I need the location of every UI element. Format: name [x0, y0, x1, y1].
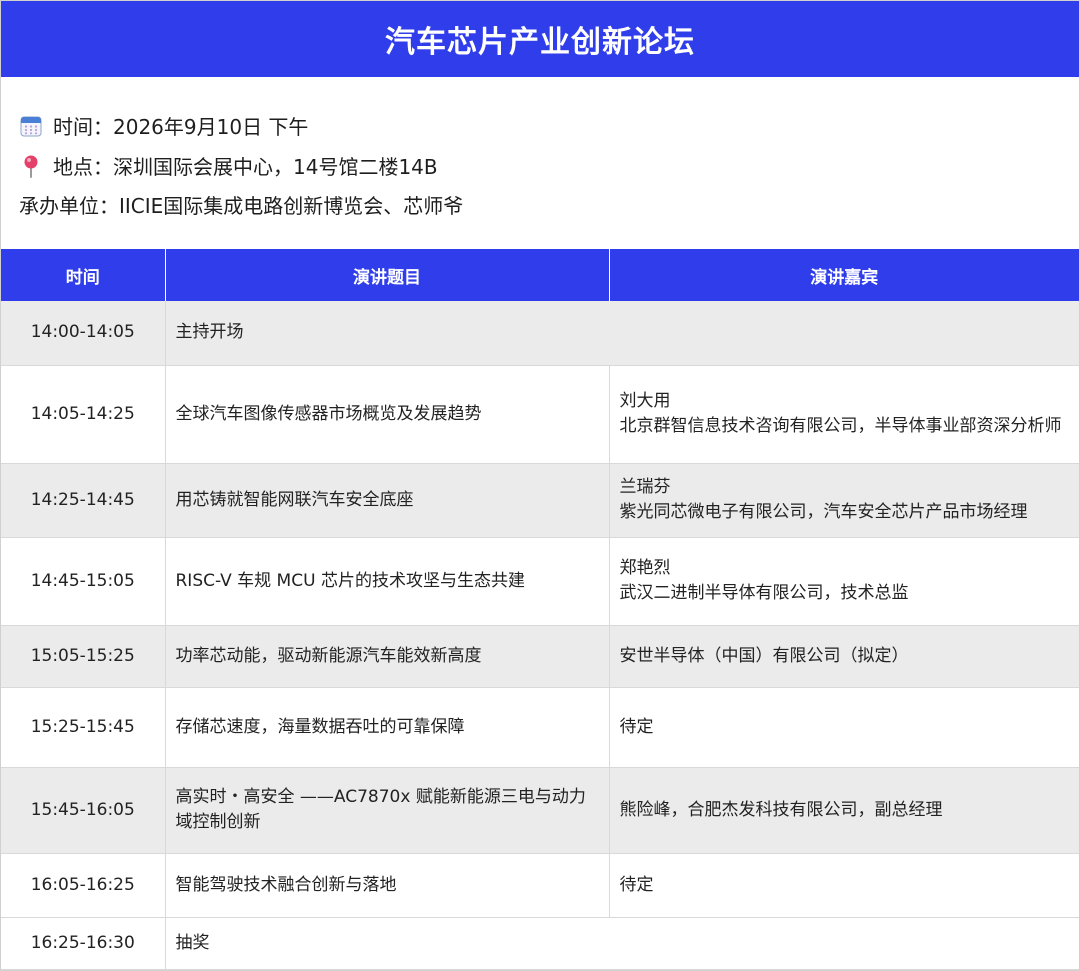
table-row: 14:05-14:25 全球汽车图像传感器市场概览及发展趋势 刘大用 北京群智信…	[1, 365, 1079, 464]
table-row: 14:25-14:45 用芯铸就智能网联汽车安全底座 兰瑞芬 紫光同芯微电子有限…	[1, 463, 1079, 538]
table-row: 15:45-16:05 高实时・高安全 ——AC7870x 赋能新能源三电与动力…	[1, 767, 1079, 854]
event-place-text: 地点：深圳国际会展中心，14号馆二楼14B	[53, 155, 438, 179]
page-title: 汽车芯片产业创新论坛	[385, 25, 695, 60]
row-time: 16:25-16:30	[1, 917, 166, 970]
row-topic: 全球汽车图像传感器市场概览及发展趋势	[165, 365, 610, 464]
title-bar: 汽车芯片产业创新论坛	[1, 1, 1079, 77]
row-time: 15:05-15:25	[1, 625, 166, 688]
table-row: 14:00-14:05 主持开场	[1, 301, 1079, 366]
row-topic: RISC-V 车规 MCU 芯片的技术攻坚与生态共建	[165, 537, 610, 626]
agenda-table: 时间 演讲题目 演讲嘉宾 14:00-14:05 主持开场 14:05-14:2…	[1, 249, 1079, 970]
header-topic: 演讲题目	[165, 249, 610, 301]
row-time: 14:00-14:05	[1, 301, 166, 366]
row-time: 16:05-16:25	[1, 853, 166, 918]
row-speaker: 刘大用 北京群智信息技术咨询有限公司，半导体事业部资深分析师	[609, 365, 1079, 464]
event-organizer: 承办单位：IICIE国际集成电路创新博览会、芯师爷	[19, 190, 463, 219]
row-topic: 智能驾驶技术融合创新与落地	[165, 853, 610, 918]
row-speaker: 待定	[609, 687, 1079, 768]
event-time: 时间：2026年9月10日 下午	[19, 111, 308, 140]
table-row: 14:45-15:05 RISC-V 车规 MCU 芯片的技术攻坚与生态共建 郑…	[1, 537, 1079, 626]
table-row: 16:25-16:30 抽奖	[1, 917, 1079, 970]
row-speaker: 兰瑞芬 紫光同芯微电子有限公司，汽车安全芯片产品市场经理	[609, 463, 1079, 538]
row-topic: 抽奖	[165, 917, 1079, 970]
table-row: 15:25-15:45 存储芯速度，海量数据吞吐的可靠保障 待定	[1, 687, 1079, 768]
header-time: 时间	[1, 249, 166, 301]
row-time: 14:45-15:05	[1, 537, 166, 626]
calendar-icon	[19, 114, 43, 138]
event-info: 时间：2026年9月10日 下午 地点：深圳国际会展中心，14号馆二楼14B 承…	[1, 77, 1079, 249]
header-speaker: 演讲嘉宾	[609, 249, 1079, 301]
row-time: 14:05-14:25	[1, 365, 166, 464]
event-organizer-text: 承办单位：IICIE国际集成电路创新博览会、芯师爷	[19, 194, 464, 218]
row-speaker: 郑艳烈 武汉二进制半导体有限公司，技术总监	[609, 537, 1079, 626]
event-place: 地点：深圳国际会展中心，14号馆二楼14B	[19, 151, 438, 180]
row-time: 15:45-16:05	[1, 767, 166, 854]
row-topic: 主持开场	[165, 301, 1079, 366]
row-speaker: 待定	[609, 853, 1079, 918]
location-pin-icon	[19, 154, 43, 178]
forum-agenda-page: 汽车芯片产业创新论坛 时间：2026年9月10日 下午 地点：深圳国际会展中心，…	[0, 0, 1080, 971]
event-time-text: 时间：2026年9月10日 下午	[53, 115, 309, 139]
table-row: 15:05-15:25 功率芯动能，驱动新能源汽车能效新高度 安世半导体（中国）…	[1, 625, 1079, 688]
row-topic: 用芯铸就智能网联汽车安全底座	[165, 463, 610, 538]
table-header-row: 时间 演讲题目 演讲嘉宾	[1, 249, 1079, 301]
row-time: 14:25-14:45	[1, 463, 166, 538]
row-speaker: 安世半导体（中国）有限公司（拟定）	[609, 625, 1079, 688]
row-time: 15:25-15:45	[1, 687, 166, 768]
row-topic: 高实时・高安全 ——AC7870x 赋能新能源三电与动力域控制创新	[165, 767, 610, 854]
row-topic: 功率芯动能，驱动新能源汽车能效新高度	[165, 625, 610, 688]
table-row: 16:05-16:25 智能驾驶技术融合创新与落地 待定	[1, 853, 1079, 918]
row-topic: 存储芯速度，海量数据吞吐的可靠保障	[165, 687, 610, 768]
row-speaker: 熊险峰，合肥杰发科技有限公司，副总经理	[609, 767, 1079, 854]
